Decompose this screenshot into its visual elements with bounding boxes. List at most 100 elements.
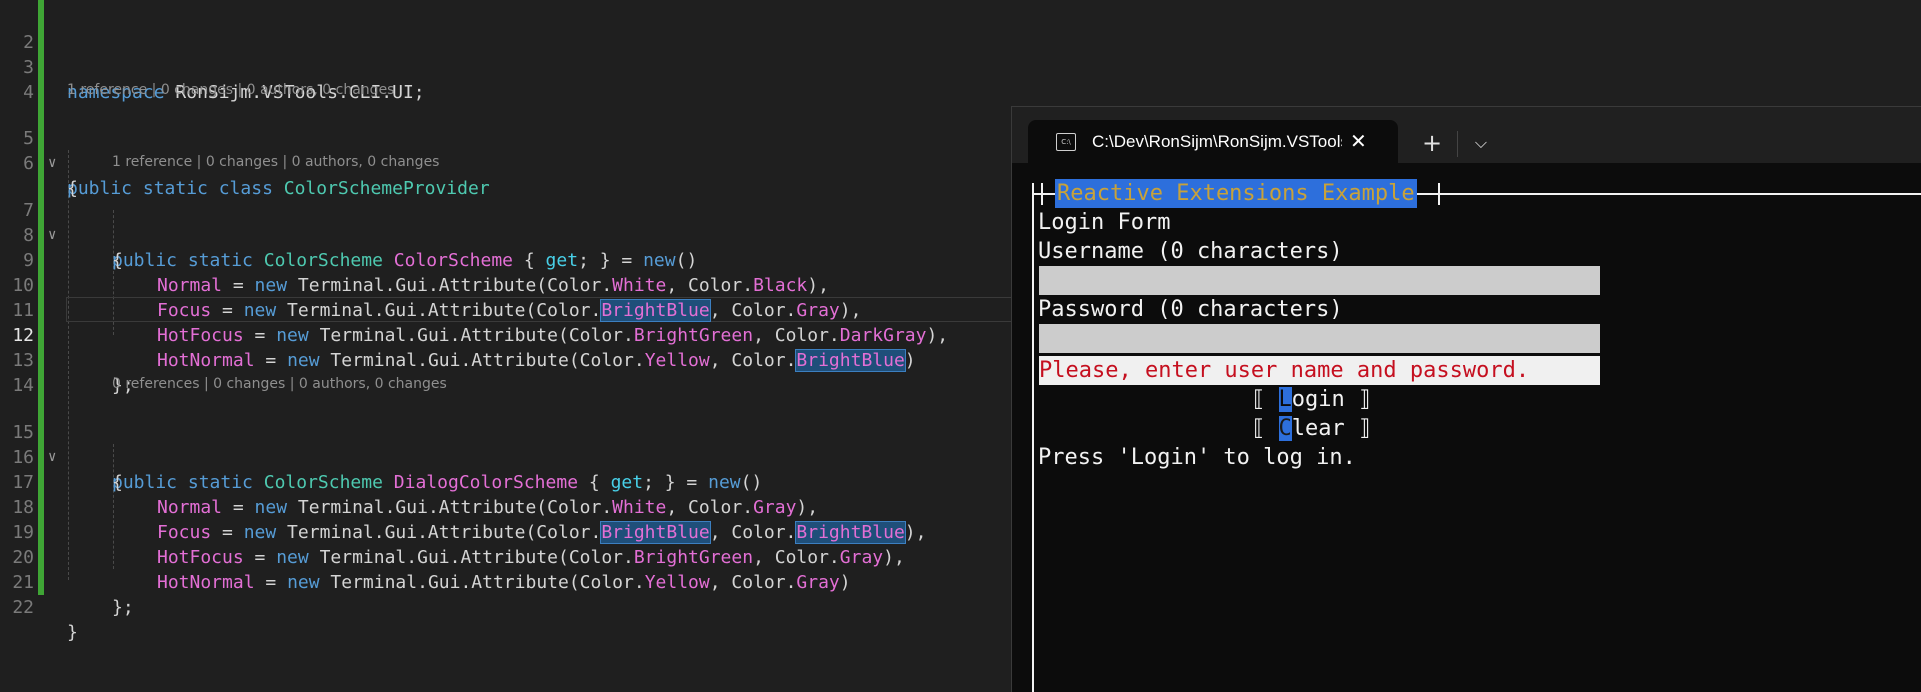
punctuation: ; } =: [578, 250, 644, 271]
chevron-down-icon[interactable]: ∨: [48, 223, 56, 248]
window-title: Reactive Extensions Example: [1055, 179, 1417, 208]
code-line-current[interactable]: 12 HotNormal = new Terminal.Gui.Attribut…: [0, 298, 916, 372]
call: Terminal.Gui.Attribute(Color.: [308, 547, 634, 568]
punctuation: , Color.: [709, 572, 797, 593]
property-name: HotFocus: [157, 547, 244, 568]
code-line[interactable]: 10 Focus = new Terminal.Gui.Attribute(Co…: [0, 248, 861, 322]
punctuation: ),: [904, 522, 927, 543]
close-icon[interactable]: ✕: [1350, 120, 1367, 163]
punctuation: {: [523, 250, 546, 271]
punctuation: ),: [796, 497, 819, 518]
property-name: HotFocus: [157, 325, 244, 346]
punctuation: , Color.: [709, 522, 797, 543]
punctuation: =: [254, 572, 288, 593]
punctuation: =: [211, 300, 244, 321]
punctuation: , Color.: [753, 547, 840, 568]
punctuation: ): [839, 572, 851, 593]
code-line[interactable]: 14: [0, 348, 43, 396]
code-line[interactable]: 15 ∨ public static ColorScheme DialogCol…: [0, 395, 762, 493]
code-line[interactable]: 4: [0, 55, 43, 103]
codelens-info[interactable]: 1 reference | 0 changes | 0 authors, 0 c…: [67, 80, 394, 100]
color-value: Gray: [839, 547, 884, 568]
username-input[interactable]: [1039, 266, 1600, 295]
code-line[interactable]: 17 Normal = new Terminal.Gui.Attribute(C…: [0, 445, 818, 518]
punctuation: =: [211, 522, 244, 543]
call: Terminal.Gui.Attribute(Color.: [276, 300, 602, 321]
new-tab-button[interactable]: +: [1412, 125, 1452, 161]
codelens-info[interactable]: 0 references | 0 changes | 0 authors, 0 …: [112, 374, 447, 394]
code-line[interactable]: 2: [0, 5, 43, 53]
password-label: Password (0 characters): [1038, 297, 1343, 322]
punctuation: ): [904, 350, 916, 371]
code-line[interactable]: 13 };: [0, 323, 133, 396]
color-value: Yellow: [644, 350, 710, 371]
punctuation: =: [243, 547, 277, 568]
form-title: Login Form: [1038, 210, 1171, 235]
property-name: HotNormal: [157, 572, 255, 593]
chevron-down-icon[interactable]: ⌵: [1464, 125, 1498, 161]
color-value: Gray: [796, 572, 840, 593]
keyword: new: [276, 325, 309, 346]
color-value-highlighted: BrightBlue: [600, 299, 711, 322]
keyword: new: [254, 497, 288, 518]
chevron-down-icon[interactable]: ∨: [48, 445, 56, 470]
accessor: get: [545, 250, 579, 271]
keyword: public static: [112, 472, 253, 493]
codelens-info[interactable]: 1 reference | 0 changes | 0 authors, 0 c…: [112, 152, 439, 172]
password-input[interactable]: [1039, 324, 1600, 353]
color-value: Black: [753, 275, 808, 296]
clear-button[interactable]: ⟦ Clear ⟧: [1252, 414, 1371, 443]
brace: }: [67, 622, 78, 643]
code-line[interactable]: 22 }: [0, 570, 78, 643]
punctuation: , Color.: [709, 350, 797, 371]
code-line[interactable]: 3 namespace RonSijm.VSTools.CLI.UI;: [0, 30, 424, 103]
code-line[interactable]: 18 Focus = new Terminal.Gui.Attribute(Co…: [0, 470, 926, 544]
code-line[interactable]: 19 HotFocus = new Terminal.Gui.Attribute…: [0, 495, 905, 568]
punctuation: ),: [839, 300, 862, 321]
keyword: new: [643, 250, 676, 271]
punctuation: , Color.: [666, 275, 754, 296]
call: Terminal.Gui.Attribute(Color.: [319, 572, 645, 593]
punctuation: =: [222, 497, 255, 518]
brace: {: [67, 178, 78, 199]
color-value: BrightGreen: [633, 325, 754, 346]
chevron-down-icon[interactable]: ∨: [48, 151, 56, 176]
keyword: new: [243, 300, 277, 321]
punctuation: ),: [926, 325, 949, 346]
color-value: Yellow: [644, 572, 710, 593]
username-label: Username (0 characters): [1038, 239, 1343, 264]
class-name: ColorSchemeProvider: [283, 178, 490, 199]
status-hint: Press 'Login' to log in.: [1038, 445, 1356, 470]
code-line[interactable]: 11 HotFocus = new Terminal.Gui.Attribute…: [0, 273, 948, 346]
call: Terminal.Gui.Attribute(Color.: [287, 497, 613, 518]
terminal-window[interactable]: C:\ C:\Dev\RonSijm\RonSijm.VSTools ✕ + ⌵…: [1011, 106, 1921, 692]
keyword: new: [254, 275, 288, 296]
error-message: Please, enter user name and password.: [1039, 358, 1530, 383]
button-label: ogin ⟧: [1291, 387, 1372, 412]
username-field[interactable]: [1039, 266, 1600, 295]
color-value: Gray: [753, 497, 797, 518]
code-line[interactable]: 7 ∨ public static ColorScheme ColorSchem…: [0, 173, 697, 271]
code-line[interactable]: 21 };: [0, 545, 133, 618]
punctuation: (): [740, 472, 763, 493]
bracket: ⟦: [1252, 416, 1279, 441]
code-line[interactable]: 20 HotNormal = new Terminal.Gui.Attribut…: [0, 520, 850, 593]
call: Terminal.Gui.Attribute(Color.: [276, 522, 602, 543]
code-line[interactable]: 9 Normal = new Terminal.Gui.Attribute(Co…: [0, 223, 829, 296]
code-line[interactable]: 8 {: [0, 198, 123, 271]
keyword: public static: [112, 250, 253, 271]
type-name: ColorScheme: [263, 250, 383, 271]
color-value: DarkGray: [839, 325, 927, 346]
property-name: Focus: [157, 300, 212, 321]
keyword: new: [287, 572, 320, 593]
call: Terminal.Gui.Attribute(Color.: [308, 325, 634, 346]
code-line[interactable]: 5 ∨ public static class ColorSchemeProvi…: [0, 101, 490, 199]
terminal-tab[interactable]: C:\ C:\Dev\RonSijm\RonSijm.VSTools ✕: [1028, 120, 1398, 163]
password-field[interactable]: [1039, 324, 1600, 353]
code-line[interactable]: 16 {: [0, 420, 123, 493]
login-button[interactable]: ⟦ Login ⟧: [1252, 385, 1371, 414]
accessor: get: [610, 472, 644, 493]
code-line[interactable]: 6 {: [0, 126, 78, 199]
property-name: DialogColorScheme: [393, 472, 579, 493]
color-value: Gray: [796, 300, 840, 321]
